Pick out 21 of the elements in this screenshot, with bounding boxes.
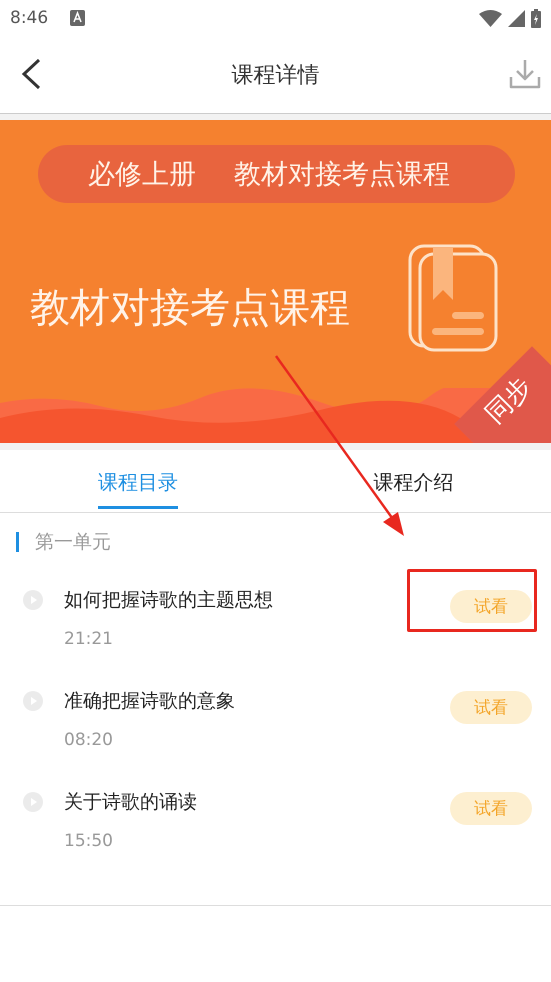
battery-icon — [531, 8, 541, 28]
corner-ribbon-text: 同步 — [478, 370, 539, 432]
banner-title: 教材对接考点课程 — [30, 284, 350, 333]
lesson-title[interactable]: 如何把握诗歌的主题思想 — [64, 587, 407, 613]
lesson-duration: 15:50 — [64, 831, 114, 851]
lesson-duration: 21:21 — [64, 629, 114, 649]
page-title: 课程详情 — [232, 62, 320, 90]
download-icon[interactable] — [509, 58, 541, 90]
signal-icon — [508, 10, 525, 26]
tab[interactable]: 课程介绍 — [276, 450, 551, 512]
status-time: 8:46 — [10, 8, 48, 28]
lesson-title[interactable]: 准确把握诗歌的意象 — [64, 688, 407, 714]
section-title: 第一单元 — [35, 530, 111, 555]
lesson-title[interactable]: 关于诗歌的诵读 — [64, 789, 407, 815]
keyboard-icon — [70, 10, 86, 26]
wifi-icon — [479, 10, 502, 26]
book-icon — [408, 244, 498, 352]
back-icon[interactable] — [20, 58, 42, 90]
lesson-duration: 08:20 — [64, 730, 114, 750]
banner-tag-text: 必修上册 — [88, 158, 196, 192]
banner-tag-text: 教材对接考点课程 — [234, 158, 450, 192]
